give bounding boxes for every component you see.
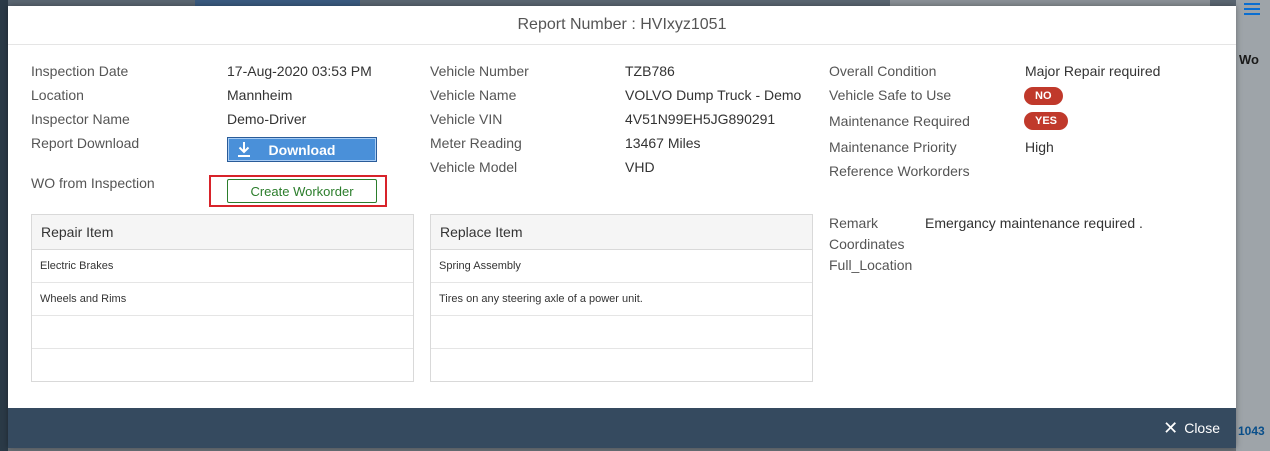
download-button[interactable]: Download <box>227 137 377 162</box>
remark-value: Emergancy maintenance required . <box>925 215 1143 231</box>
download-button-label: Download <box>268 141 336 158</box>
maintenance-required-label: Maintenance Required <box>829 113 970 129</box>
coordinates-label: Coordinates <box>829 236 905 252</box>
vehicle-name-value: VOLVO Dump Truck - Demo <box>625 87 802 103</box>
vehicle-safe-label: Vehicle Safe to Use <box>829 87 952 103</box>
inspector-name-value: Demo-Driver <box>227 111 307 127</box>
list-icon <box>1244 3 1260 17</box>
wo-from-inspection-label: WO from Inspection <box>31 175 155 191</box>
close-button-label: Close <box>1184 420 1220 436</box>
table-row[interactable] <box>32 349 413 382</box>
background-content <box>1236 0 1270 451</box>
report-download-label: Report Download <box>31 135 140 151</box>
dialog-title: Report Number : HVIxyz1051 <box>8 6 1236 45</box>
meter-reading-label: Meter Reading <box>430 135 522 151</box>
report-dialog: Report Number : HVIxyz1051 Inspection Da… <box>8 6 1236 448</box>
location-value: Mannheim <box>227 87 293 103</box>
table-row[interactable]: Electric Brakes <box>32 250 413 283</box>
maintenance-priority-label: Maintenance Priority <box>829 139 957 155</box>
vehicle-name-label: Vehicle Name <box>430 87 517 103</box>
vehicle-number-label: Vehicle Number <box>430 63 529 79</box>
table-row[interactable] <box>431 349 812 382</box>
location-label: Location <box>31 87 84 103</box>
vehicle-number-value: TZB786 <box>625 63 675 79</box>
vehicle-safe-badge: NO <box>1024 87 1063 105</box>
create-workorder-button[interactable]: Create Workorder <box>227 179 377 203</box>
background-sidebar <box>0 0 8 451</box>
download-icon <box>238 142 250 157</box>
overall-condition-value: Major Repair required <box>1025 63 1161 79</box>
background-row-number: 1043 <box>1238 424 1265 438</box>
vehicle-vin-label: Vehicle VIN <box>430 111 503 127</box>
overall-condition-label: Overall Condition <box>829 63 937 79</box>
table-row[interactable]: Wheels and Rims <box>32 283 413 316</box>
replace-item-header: Replace Item <box>431 215 812 250</box>
inspection-date-label: Inspection Date <box>31 63 129 79</box>
repair-item-table: Repair Item Electric Brakes Wheels and R… <box>31 214 414 382</box>
replace-item-table: Replace Item Spring Assembly Tires on an… <box>430 214 813 382</box>
meter-reading-value: 13467 Miles <box>625 135 701 151</box>
repair-item-header: Repair Item <box>32 215 413 250</box>
table-row[interactable]: Tires on any steering axle of a power un… <box>431 283 812 316</box>
table-row[interactable] <box>32 316 413 349</box>
inspector-name-label: Inspector Name <box>31 111 130 127</box>
maintenance-required-badge: YES <box>1024 112 1069 130</box>
close-button[interactable]: ✕ Close <box>1157 416 1226 440</box>
background-column-header: Wo <box>1239 52 1259 67</box>
reference-workorders-label: Reference Workorders <box>829 163 970 179</box>
inspection-date-value: 17-Aug-2020 03:53 PM <box>227 63 372 79</box>
table-row[interactable] <box>431 316 812 349</box>
vehicle-model-value: VHD <box>625 159 655 175</box>
vehicle-vin-value: 4V51N99EH5JG890291 <box>625 111 776 127</box>
maintenance-priority-value: High <box>1025 139 1054 155</box>
remark-label: Remark <box>829 215 879 231</box>
vehicle-model-label: Vehicle Model <box>430 159 518 175</box>
full-location-label: Full_Location <box>829 257 913 273</box>
close-icon: ✕ <box>1163 418 1179 438</box>
table-row[interactable]: Spring Assembly <box>431 250 812 283</box>
dialog-footer: ✕ Close <box>8 408 1236 448</box>
